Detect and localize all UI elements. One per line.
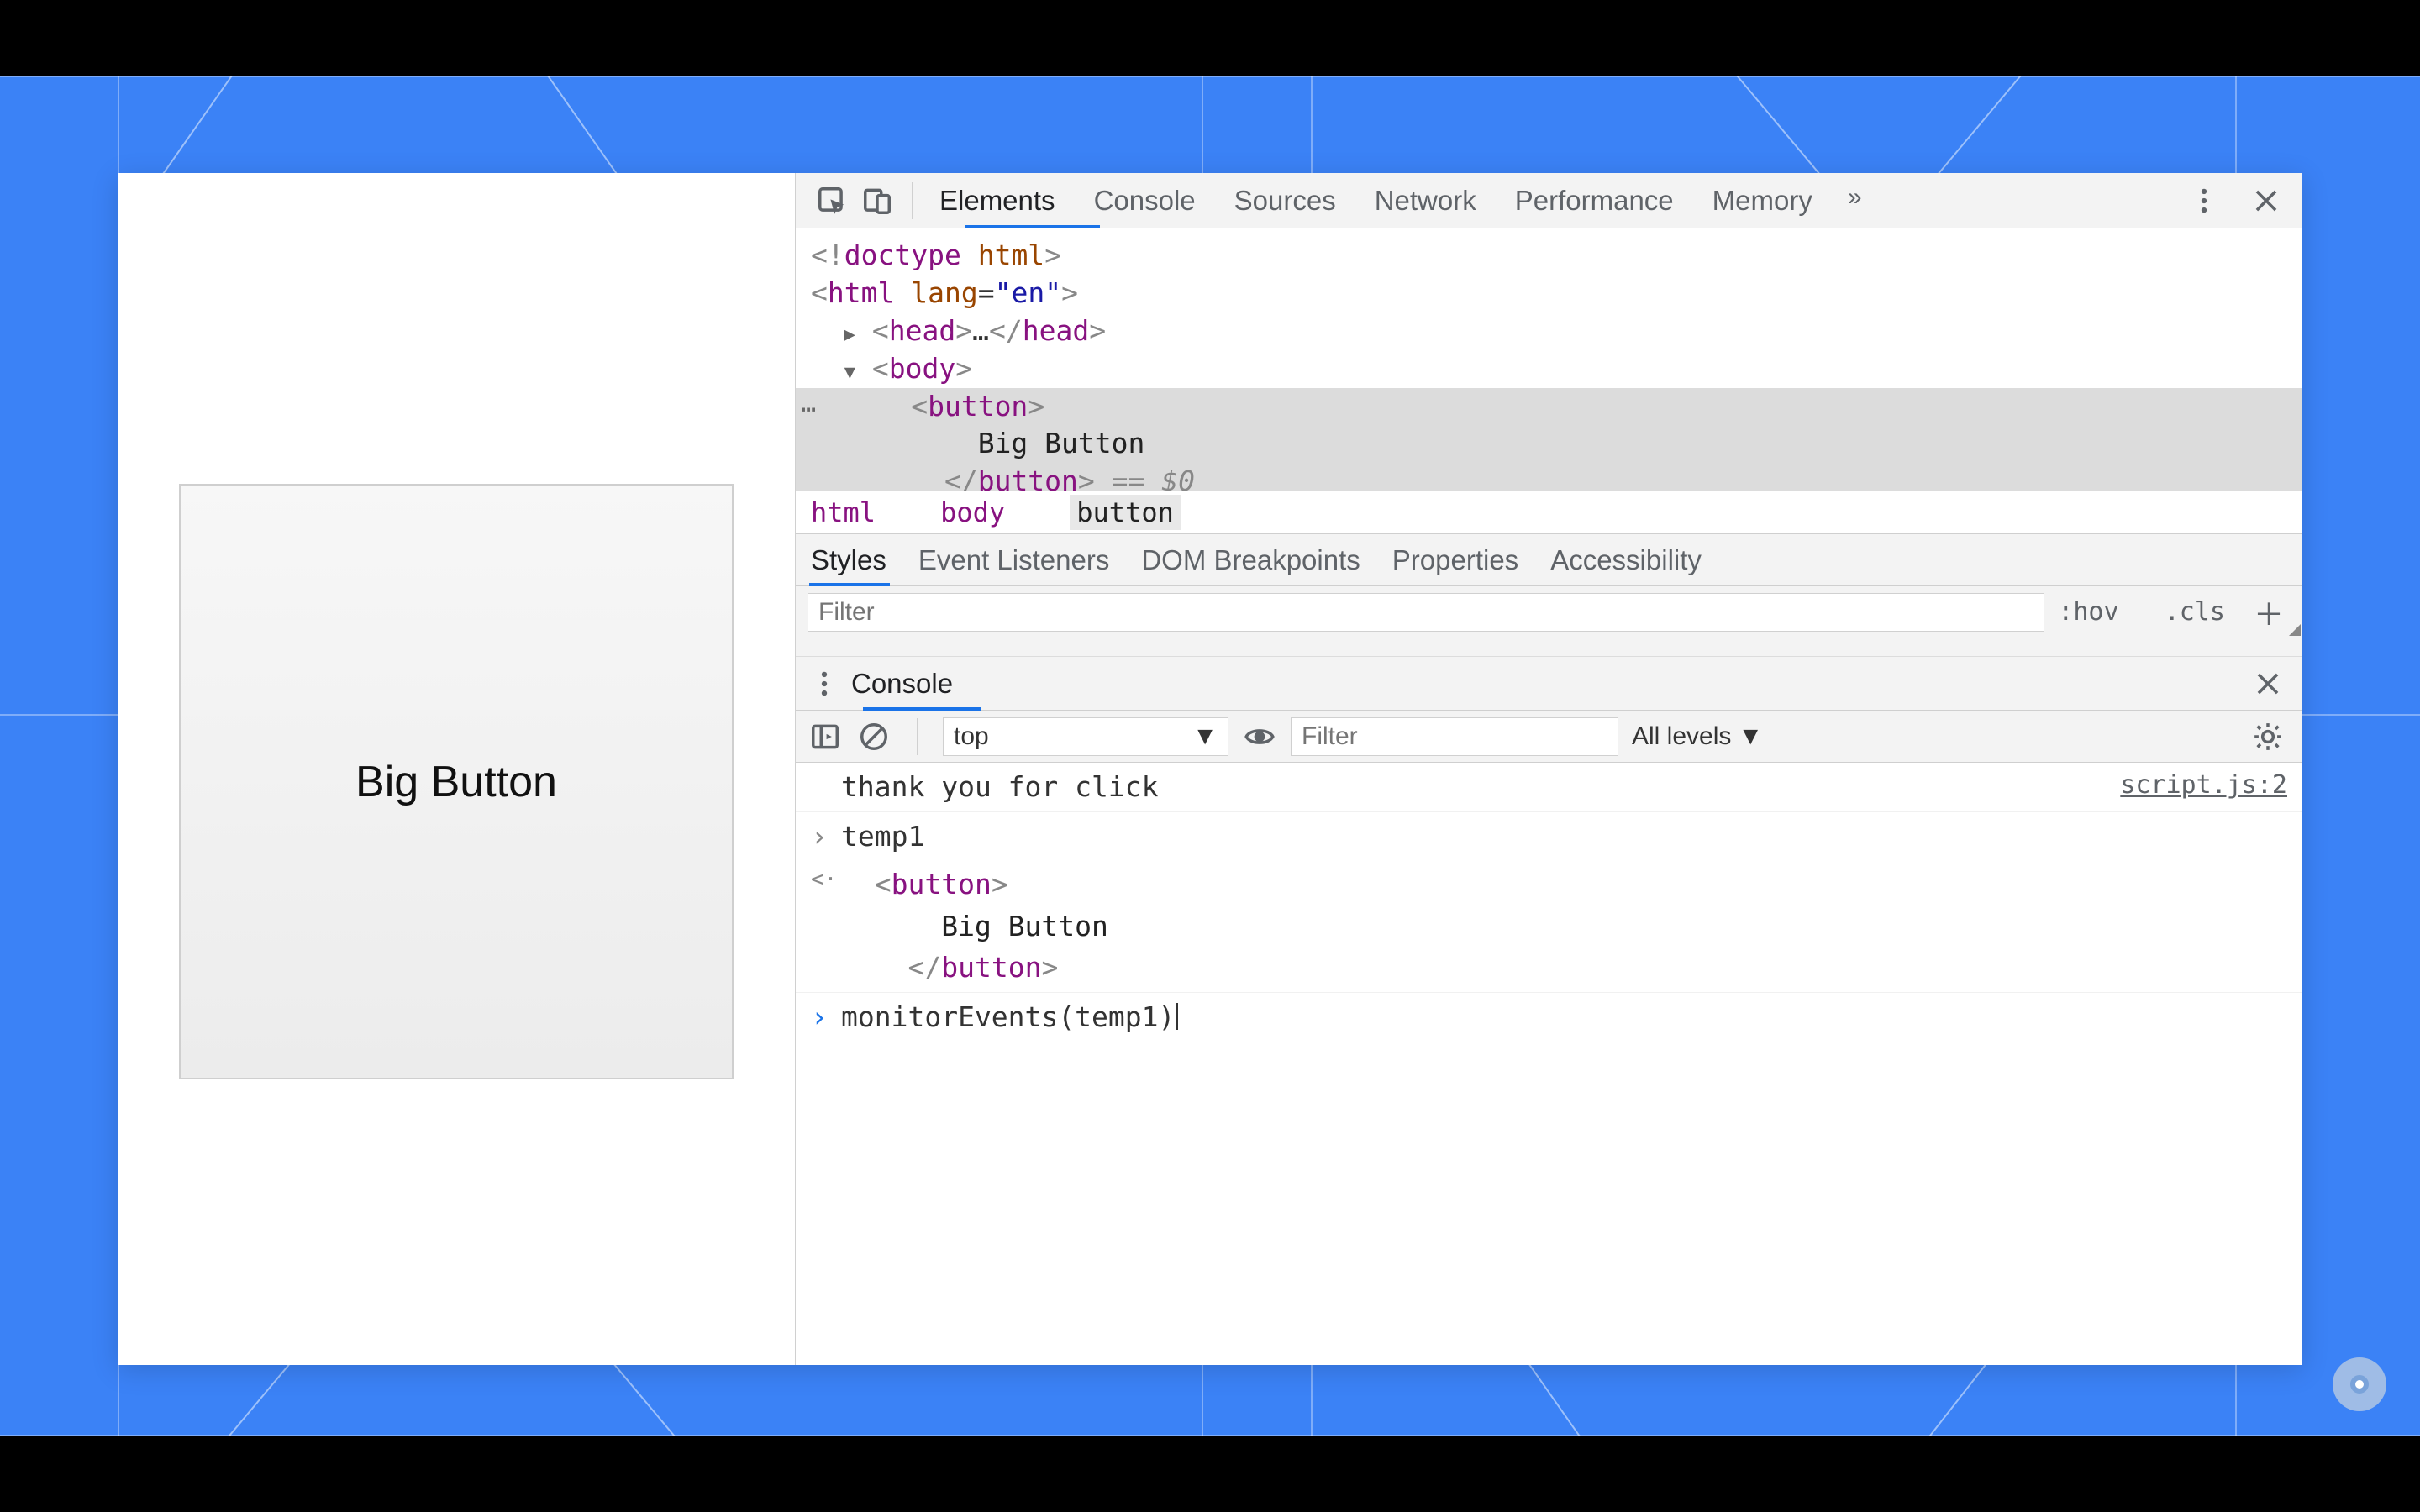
bc-html[interactable]: html bbox=[811, 496, 876, 528]
hov-toggle[interactable]: :hov bbox=[2058, 597, 2118, 627]
devtools-tabbar: Elements Console Sources Network Perform… bbox=[796, 173, 2302, 228]
console-input-temp1[interactable]: › temp1 bbox=[796, 812, 2302, 861]
console-settings-icon[interactable] bbox=[2245, 714, 2291, 759]
cls-toggle[interactable]: .cls bbox=[2165, 597, 2225, 627]
drawer-close-icon[interactable] bbox=[2245, 661, 2291, 706]
subtab-dom-breakpoints[interactable]: DOM Breakpoints bbox=[1141, 544, 1360, 576]
toggle-sidebar-icon[interactable] bbox=[808, 714, 843, 759]
console-output: thank you for click script.js:2 › temp1 … bbox=[796, 763, 2302, 1365]
chevron-down-icon: ▼ bbox=[1738, 722, 1763, 751]
console-drawer-header: Console bbox=[796, 657, 2302, 711]
chevron-down-icon: ▼ bbox=[1192, 722, 1218, 751]
presentation-stage: Big Button Elements Console Sources Netw… bbox=[0, 76, 2420, 1436]
separator bbox=[917, 718, 918, 755]
separator bbox=[912, 182, 913, 219]
console-filter-input[interactable] bbox=[1291, 717, 1618, 756]
menu-icon[interactable] bbox=[2181, 178, 2227, 223]
chrome-logo-icon bbox=[2333, 1357, 2386, 1411]
tab-network[interactable]: Network bbox=[1371, 175, 1480, 227]
subtab-accessibility[interactable]: Accessibility bbox=[1550, 544, 1702, 576]
dom-html[interactable]: <html lang="en"> bbox=[811, 275, 2287, 312]
big-button[interactable]: Big Button bbox=[179, 484, 734, 1080]
dom-head[interactable]: ▶ <head>…</head> bbox=[811, 312, 2287, 350]
dom-head-ellipsis: … bbox=[972, 314, 989, 347]
big-button-label: Big Button bbox=[355, 757, 557, 807]
drawer-title[interactable]: Console bbox=[851, 668, 953, 700]
tab-elements[interactable]: Elements bbox=[936, 175, 1059, 227]
dom-body[interactable]: ▼ <body> bbox=[811, 350, 2287, 388]
resize-corner-icon[interactable] bbox=[2289, 624, 2301, 636]
dom-button-text: Big Button bbox=[978, 427, 1145, 459]
clear-console-icon[interactable] bbox=[856, 714, 892, 759]
console-input1-text: temp1 bbox=[841, 816, 2287, 858]
bc-body[interactable]: body bbox=[940, 496, 1005, 528]
subtab-properties[interactable]: Properties bbox=[1392, 544, 1518, 576]
new-style-rule-icon[interactable]: ＋ bbox=[2247, 591, 2291, 634]
drawer-menu-icon[interactable] bbox=[808, 661, 841, 706]
console-current-input-row[interactable]: › monitorEvents(temp1) bbox=[796, 993, 2302, 1042]
elements-subtabs: Styles Event Listeners DOM Breakpoints P… bbox=[796, 534, 2302, 586]
console-toolbar: top ▼ All levels ▼ bbox=[796, 711, 2302, 763]
log-levels-selector[interactable]: All levels ▼ bbox=[1632, 722, 1763, 751]
tab-console[interactable]: Console bbox=[1091, 175, 1199, 227]
dom-tree[interactable]: <!doctype html> <html lang="en"> ▶ <head… bbox=[796, 228, 2302, 491]
console-output-element[interactable]: <· <button> Big Button </button> bbox=[796, 860, 2302, 993]
context-selector[interactable]: top ▼ bbox=[943, 717, 1228, 756]
devtools-tabs: Elements Console Sources Network Perform… bbox=[936, 175, 2181, 227]
tab-performance[interactable]: Performance bbox=[1512, 175, 1677, 227]
levels-label: All levels bbox=[1632, 722, 1731, 751]
tab-memory[interactable]: Memory bbox=[1709, 175, 1816, 227]
device-toggle-icon[interactable] bbox=[855, 178, 900, 223]
console-output-element-content: <button> Big Button </button> bbox=[841, 864, 2287, 989]
context-value: top bbox=[954, 722, 989, 751]
console-log-source[interactable]: script.js:2 bbox=[2120, 766, 2287, 808]
devtools-panel: Elements Console Sources Network Perform… bbox=[795, 173, 2302, 1365]
rendered-page: Big Button bbox=[118, 173, 795, 1365]
inspect-icon[interactable] bbox=[809, 178, 855, 223]
console-current-input: monitorEvents(temp1) bbox=[841, 1000, 1175, 1033]
dom-selected-button[interactable]: ⋯ <button> Big Button </button> == $0 bbox=[796, 388, 2302, 491]
subtab-styles[interactable]: Styles bbox=[811, 544, 886, 576]
more-tabs-icon[interactable]: » bbox=[1848, 175, 1862, 220]
styles-filter-row: :hov .cls ＋ bbox=[796, 586, 2302, 638]
console-out-btntext: Big Button bbox=[941, 910, 1108, 942]
styles-filter-input[interactable] bbox=[808, 593, 2044, 632]
tab-sources[interactable]: Sources bbox=[1231, 175, 1339, 227]
console-log-row[interactable]: thank you for click script.js:2 bbox=[796, 763, 2302, 812]
live-expression-icon[interactable] bbox=[1242, 714, 1277, 759]
bc-button[interactable]: button bbox=[1070, 495, 1181, 530]
dom-breadcrumb: html body button bbox=[796, 491, 2302, 534]
dom-eq0: == $0 bbox=[1095, 465, 1195, 491]
subtab-event-listeners[interactable]: Event Listeners bbox=[918, 544, 1109, 576]
console-log-text: thank you for click bbox=[841, 766, 2120, 808]
browser-window: Big Button Elements Console Sources Netw… bbox=[118, 173, 2302, 1365]
dom-doctype[interactable]: <!doctype html> bbox=[811, 237, 2287, 275]
close-icon[interactable] bbox=[2244, 178, 2289, 223]
